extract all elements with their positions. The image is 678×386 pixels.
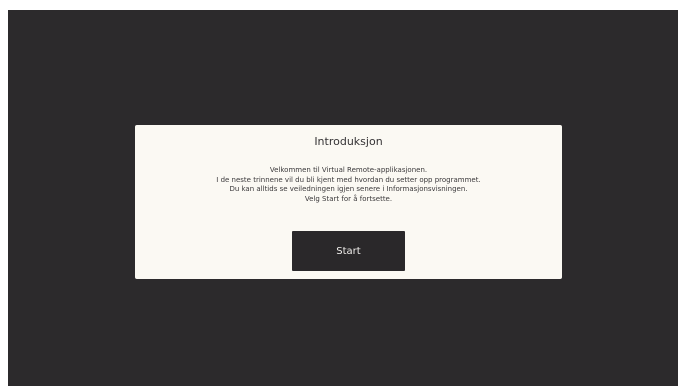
- intro-dialog: Introduksjon Velkommen til Virtual Remot…: [135, 125, 562, 279]
- dialog-title: Introduksjon: [314, 135, 383, 148]
- start-button[interactable]: Start: [292, 231, 405, 271]
- app-background: Introduksjon Velkommen til Virtual Remot…: [8, 10, 678, 386]
- dialog-message-line: Velkommen til Virtual Remote-applikasjon…: [269, 166, 428, 174]
- dialog-message-line: I de neste trinnene vil du bli kjent med…: [216, 175, 481, 184]
- dialog-message-line: Du kan alltids se veiledningen igjen sen…: [229, 185, 468, 193]
- dialog-message: Velkommen til Virtual Remote-applikasjon…: [135, 166, 562, 204]
- dialog-message-line: Velg Start for å fortsette.: [304, 194, 393, 203]
